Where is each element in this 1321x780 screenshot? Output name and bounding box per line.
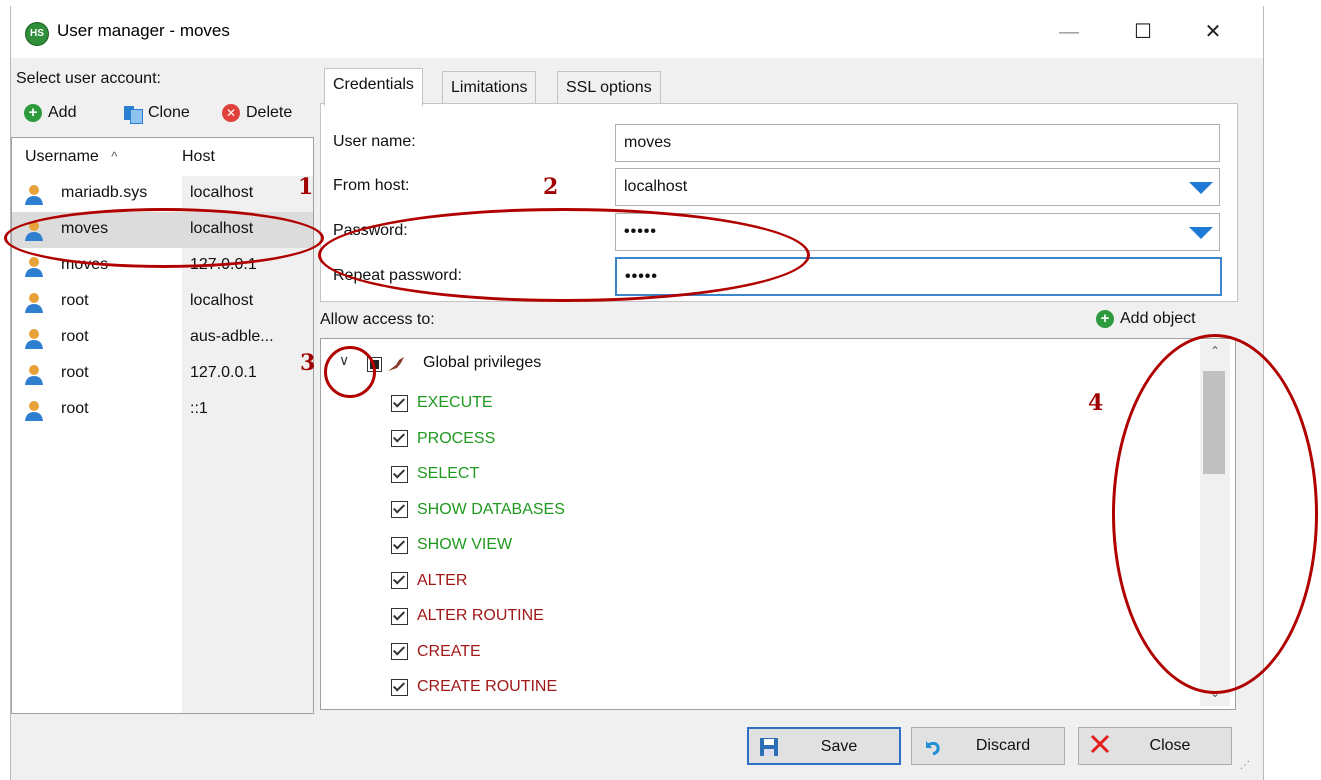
discard-button[interactable]: Discard xyxy=(911,727,1065,765)
from-host-label: From host: xyxy=(333,177,410,194)
privilege-checkbox[interactable] xyxy=(391,394,408,412)
maximize-button[interactable]: ☐ xyxy=(1121,14,1165,50)
host-cell: 127.0.0.1 xyxy=(190,364,257,381)
dropdown-arrow-icon[interactable] xyxy=(1189,227,1213,239)
host-cell: localhost xyxy=(190,184,254,201)
from-host-combobox[interactable]: localhost xyxy=(615,168,1220,206)
user-icon xyxy=(24,256,44,278)
close-window-button[interactable]: ✕ xyxy=(1191,14,1235,50)
add-user-button[interactable]: + Add xyxy=(24,104,76,122)
annotation-number-3: 3 xyxy=(300,350,316,376)
user-row[interactable]: root::1 xyxy=(12,392,313,428)
annotation-ellipse-2 xyxy=(318,208,810,302)
user-icon xyxy=(24,184,44,206)
privilege-item[interactable]: ALTER xyxy=(391,563,467,599)
add-object-button[interactable]: + Add object xyxy=(1096,310,1196,328)
host-cell: ::1 xyxy=(190,400,208,417)
user-row[interactable]: root 127.0.0.1 xyxy=(12,356,313,392)
save-button[interactable]: Save xyxy=(747,727,901,765)
privilege-label: SELECT xyxy=(417,465,480,482)
host-cell: localhost xyxy=(190,292,254,309)
privilege-checkbox[interactable] xyxy=(391,572,408,589)
privilege-checkbox[interactable] xyxy=(391,465,408,483)
privilege-label: PROCESS xyxy=(417,429,496,447)
app-icon: HS xyxy=(25,22,49,46)
database-privileges-icon xyxy=(387,356,405,372)
delete-user-button[interactable]: ✕ Delete xyxy=(222,104,292,122)
column-header-username[interactable]: Username ^ xyxy=(25,148,117,166)
privilege-item[interactable]: SHOW VIEW xyxy=(391,527,512,563)
privilege-label: SHOW VIEW xyxy=(417,536,513,553)
privilege-item[interactable]: PROCESS xyxy=(391,421,495,457)
username-cell: root xyxy=(61,328,89,345)
annotation-ellipse-1 xyxy=(4,208,324,268)
privilege-label: CREATE ROUTINE xyxy=(417,678,558,695)
privilege-checkbox[interactable] xyxy=(391,501,408,518)
username-cell: root xyxy=(61,364,89,381)
close-button[interactable]: Close xyxy=(1078,727,1232,765)
privilege-item[interactable]: ALTER ROUTINE xyxy=(391,598,544,634)
privilege-checkbox[interactable] xyxy=(391,607,408,625)
host-cell: aus-adble... xyxy=(190,328,274,345)
user-row[interactable]: mariadb.sys localhost xyxy=(12,176,313,212)
privilege-label: EXECUTE xyxy=(417,394,493,411)
privilege-label: ALTER ROUTINE xyxy=(417,607,544,624)
user-name-label: User name: xyxy=(333,133,416,150)
privilege-item[interactable]: CREATE xyxy=(391,634,481,670)
annotation-number-1: 1 xyxy=(298,174,314,200)
username-cell: root xyxy=(61,400,89,417)
plus-icon: + xyxy=(24,104,42,122)
tab-limitations[interactable]: Limitations xyxy=(442,71,537,104)
privilege-checkbox[interactable] xyxy=(391,643,408,660)
username-cell: mariadb.sys xyxy=(61,184,148,201)
minimize-button[interactable]: — xyxy=(1047,14,1091,50)
delete-label: Delete xyxy=(246,104,293,121)
privilege-item[interactable]: SELECT xyxy=(391,456,479,492)
privilege-label: SHOW DATABASES xyxy=(417,500,565,518)
tab-ssl-options[interactable]: SSL options xyxy=(557,71,661,104)
privilege-label: ALTER xyxy=(417,571,468,589)
user-row[interactable]: root localhost xyxy=(12,284,313,320)
annotation-ellipse-3 xyxy=(324,346,376,398)
save-label: Save xyxy=(820,738,858,755)
tab-credentials[interactable]: Credentials xyxy=(324,68,423,106)
privilege-checkbox[interactable] xyxy=(391,678,408,696)
resize-grip-icon[interactable]: ⋰ xyxy=(1240,760,1250,771)
user-icon xyxy=(24,328,44,350)
privilege-item[interactable]: CREATE ROUTINE xyxy=(391,669,557,705)
add-object-label: Add object xyxy=(1120,310,1196,327)
sort-ascending-icon: ^ xyxy=(111,149,118,164)
delete-icon: ✕ xyxy=(222,104,240,122)
annotation-number-2: 2 xyxy=(543,174,559,200)
window-title: User manager - moves xyxy=(57,21,230,40)
global-privileges-label: Global privileges xyxy=(423,354,542,371)
privilege-item[interactable]: SHOW DATABASES xyxy=(391,492,565,528)
annotation-ellipse-4 xyxy=(1112,334,1318,694)
user-icon xyxy=(24,292,44,314)
close-label: Close xyxy=(1149,737,1191,754)
plus-icon: + xyxy=(1096,310,1114,328)
annotation-number-4: 4 xyxy=(1088,390,1104,416)
user-row[interactable]: root aus-adble... xyxy=(12,320,313,356)
clone-user-button[interactable]: Clone xyxy=(124,104,190,124)
privilege-item[interactable]: EXECUTE xyxy=(391,385,493,421)
clone-label: Clone xyxy=(148,104,190,121)
username-cell: root xyxy=(61,292,89,309)
clone-icon xyxy=(124,104,143,124)
privilege-label: CREATE xyxy=(417,642,481,660)
discard-label: Discard xyxy=(975,737,1031,754)
user-icon xyxy=(24,400,44,422)
add-label: Add xyxy=(48,104,77,121)
title-bar: HS User manager - moves — ☐ ✕ xyxy=(11,6,1263,58)
user-name-input[interactable]: moves xyxy=(615,124,1220,162)
user-icon xyxy=(24,364,44,386)
dropdown-arrow-icon[interactable] xyxy=(1189,182,1213,194)
select-user-account-label: Select user account: xyxy=(16,70,161,87)
privilege-checkbox[interactable] xyxy=(391,536,408,554)
allow-access-label: Allow access to: xyxy=(320,311,435,328)
column-header-host[interactable]: Host xyxy=(182,148,215,166)
privilege-checkbox[interactable] xyxy=(391,430,408,447)
